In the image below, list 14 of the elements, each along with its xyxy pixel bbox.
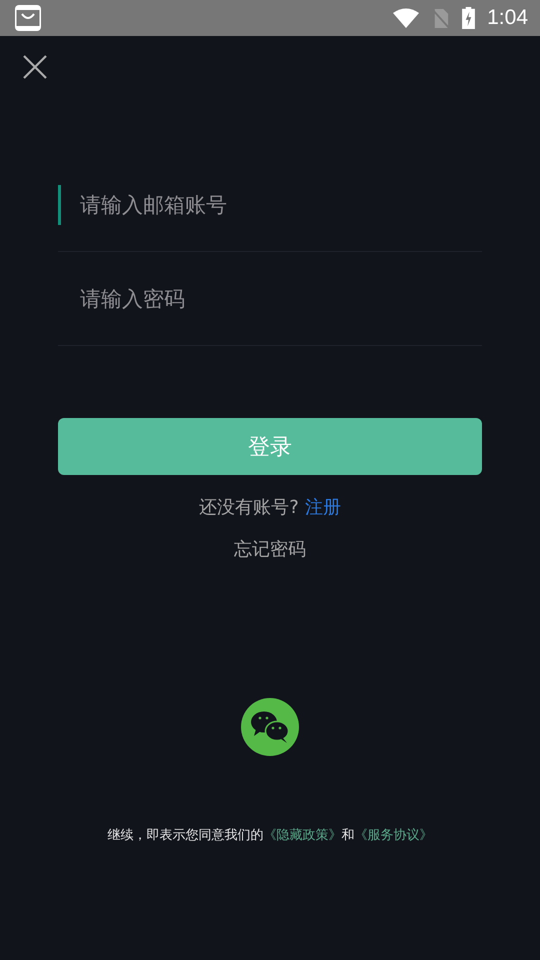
forgot-password-link[interactable]: 忘记密码	[234, 537, 306, 561]
store-icon	[14, 4, 42, 32]
clock-time: 1:04	[487, 6, 528, 30]
wechat-login-icon[interactable]	[241, 698, 299, 756]
input-field[interactable]: 请输入邮箱账号	[58, 184, 482, 224]
input-field[interactable]: 请输入密码	[58, 278, 482, 318]
agreement-link[interactable]: 《隐藏政策》	[264, 828, 342, 843]
close-icon[interactable]	[22, 54, 48, 80]
register-prompt: 还没有账号?	[199, 496, 299, 519]
battery-charging-icon	[462, 7, 476, 29]
wifi-icon	[393, 8, 420, 28]
register-link[interactable]: 注册	[304, 495, 341, 519]
agreement-link[interactable]: 《服务协议》	[354, 828, 432, 843]
agreement-text: 继续，即表示您同意我们的《隐藏政策》和《服务协议》	[108, 827, 432, 844]
